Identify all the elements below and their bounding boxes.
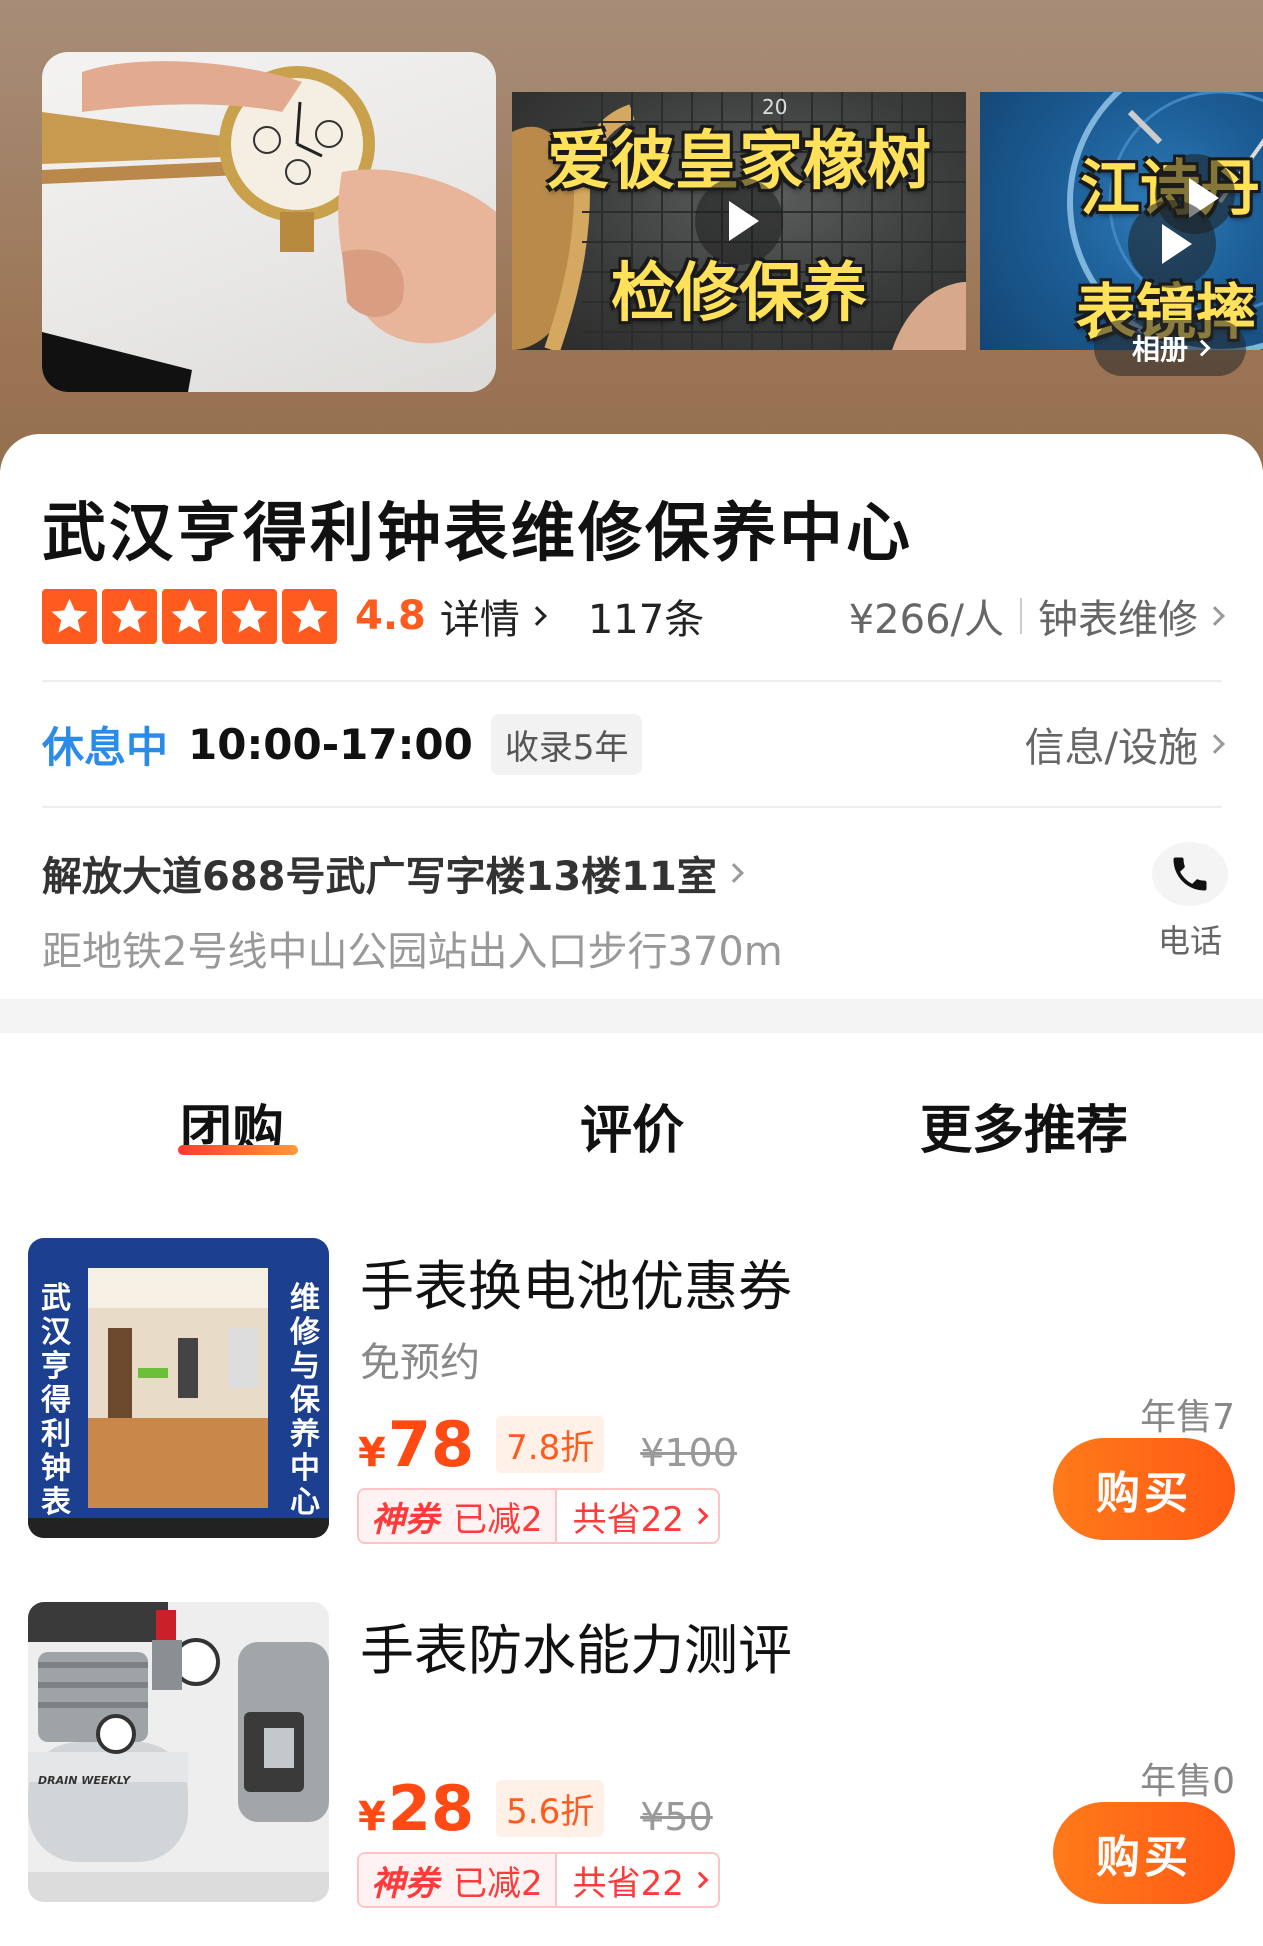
category-label: 钟表维修 <box>1038 597 1198 643</box>
coupon-label: 神券 <box>371 1499 439 1540</box>
price-per-person: ¥266/人 <box>848 597 1004 643</box>
coupon-saved-text: 共省22 <box>572 1863 684 1904</box>
coupon-badge[interactable]: 神券 已减2 共省22 <box>357 1852 720 1908</box>
open-status: 休息中 <box>42 722 169 772</box>
album-button[interactable]: 相册 <box>1094 320 1246 376</box>
price-category[interactable]: ¥266/人 钟表维修 <box>848 587 1225 645</box>
watch-repair-photo <box>42 61 496 392</box>
divider <box>42 680 1222 682</box>
coupon-saved: 共省22 <box>554 1490 718 1542</box>
star-icon <box>282 588 337 644</box>
coupon-reduced-text: 已减2 <box>453 1863 543 1904</box>
rating-detail-link[interactable]: 详情 <box>439 587 547 645</box>
business-hours: 10:00-17:00 <box>188 719 473 769</box>
divider <box>42 806 1222 808</box>
gallery-video-vacheron[interactable]: 江诗丹 表镜摔 <box>980 92 1263 350</box>
discount-badge: 5.6折 <box>496 1780 605 1837</box>
section-gap <box>0 999 1263 1033</box>
chevron-right-icon <box>691 1507 709 1525</box>
star-icon <box>102 588 157 644</box>
storefront-sign-left: 武汉亨得利钟表 <box>41 1281 71 1520</box>
coupon-badge[interactable]: 神券 已减2 共省22 <box>357 1488 720 1544</box>
coupon-reduced-text: 已减2 <box>453 1499 543 1540</box>
original-price: ¥50 <box>640 1795 713 1839</box>
phone-icon <box>1152 842 1228 906</box>
business-hours-row: 休息中 10:00-17:00 收录5年 信息/设施 <box>42 713 1225 775</box>
price-symbol: ¥ <box>358 1794 386 1840</box>
info-facilities-link[interactable]: 信息/设施 <box>1024 715 1225 773</box>
deal-thumbnail: 武汉亨得利钟表 维修与保养中心 <box>28 1238 329 1538</box>
play-icon[interactable] <box>1128 200 1216 288</box>
years-listed-tag: 收录5年 <box>490 713 643 775</box>
buy-button[interactable]: 购买 <box>1053 1802 1235 1904</box>
coupon-reduced: 神券 已减2 <box>359 1490 555 1542</box>
gallery-photo-watch-repair[interactable] <box>42 52 496 392</box>
coupon-saved-text: 共省22 <box>572 1499 684 1540</box>
phone-button[interactable]: 电话 <box>1140 842 1240 962</box>
shop-info-card: 武汉亨得利钟表维修保养中心 4.8 详情 117条 ¥266/人 钟表维修 休息… <box>0 434 1263 999</box>
chevron-right-icon <box>691 1871 709 1889</box>
discount-badge: 7.8折 <box>496 1416 605 1473</box>
gallery-video-ap-royal-oak[interactable]: 20 爱彼皇家橡树 检修保养 <box>512 92 966 350</box>
storefront-sign-right: 维修与保养中心 <box>290 1281 320 1520</box>
deal-price-row: ¥ 78 7.8折 ¥100 <box>358 1408 737 1481</box>
tab-reviews[interactable]: 评价 <box>580 1088 684 1163</box>
tab-active-indicator <box>178 1145 298 1155</box>
annual-sales: 年售0 <box>1140 1761 1235 1802</box>
star-rating <box>42 588 337 644</box>
tab-more-recommendations[interactable]: 更多推荐 <box>920 1088 1128 1163</box>
deal-price: 28 <box>387 1772 475 1845</box>
coupon-label: 神券 <box>371 1863 439 1904</box>
tab-bar: 团购 评价 更多推荐 <box>0 1033 1263 1183</box>
coupon-reduced: 神券 已减2 <box>359 1854 555 1906</box>
chevron-right-icon <box>1205 606 1225 626</box>
chevron-right-icon <box>1205 734 1225 754</box>
deal-item[interactable]: 武汉亨得利钟表 维修与保养中心 手表换电池优惠券 免预约 ¥ 78 7.8折 ¥… <box>0 1238 1263 1544</box>
address-text: 解放大道688号武广写字楼13楼11室 <box>42 854 717 900</box>
deal-subtitle: 免预约 <box>360 1340 480 1386</box>
star-icon <box>222 588 277 644</box>
album-label: 相册 <box>1131 333 1188 366</box>
coupon-saved: 共省22 <box>554 1854 718 1906</box>
deal-price-row: ¥ 28 5.6折 ¥50 <box>358 1772 713 1845</box>
star-icon <box>162 588 217 644</box>
deal-title: 手表换电池优惠券 <box>360 1255 792 1318</box>
price-symbol: ¥ <box>358 1430 386 1476</box>
annual-sales: 年售7 <box>1140 1397 1235 1438</box>
detail-label: 详情 <box>439 597 520 643</box>
star-icon <box>42 588 97 644</box>
chevron-right-icon <box>526 606 547 626</box>
deal-item[interactable]: DRAIN WEEKLY 手表防水能力测评 ¥ 28 5.6折 ¥50 神券 已… <box>0 1602 1263 1908</box>
chevron-right-icon <box>723 863 744 883</box>
shop-detail-page: 20 爱彼皇家橡树 检修保养 江诗丹 表镜摔 相册 武汉亨得利钟表维修保养中心 <box>0 0 1263 1946</box>
rating-row: 4.8 详情 117条 ¥266/人 钟表维修 <box>42 586 1225 646</box>
deal-title: 手表防水能力测评 <box>360 1619 792 1682</box>
address-link[interactable]: 解放大道688号武广写字楼13楼11室 <box>42 844 744 902</box>
deal-price: 78 <box>387 1408 475 1481</box>
play-icon[interactable] <box>695 177 783 265</box>
metro-distance: 距地铁2号线中山公园站出入口步行370m <box>42 929 783 975</box>
separator <box>1020 598 1022 634</box>
media-gallery[interactable]: 20 爱彼皇家橡树 检修保养 江诗丹 表镜摔 相册 <box>0 0 1263 470</box>
phone-label: 电话 <box>1157 922 1222 960</box>
rating-score: 4.8 <box>355 593 426 639</box>
review-count[interactable]: 117条 <box>588 587 704 645</box>
info-facilities-label: 信息/设施 <box>1024 725 1198 771</box>
shop-name: 武汉亨得利钟表维修保养中心 <box>42 497 913 571</box>
deal-thumbnail: DRAIN WEEKLY <box>28 1602 329 1902</box>
original-price: ¥100 <box>640 1431 737 1475</box>
chevron-right-icon <box>1193 339 1211 357</box>
air-compressor-image <box>28 1602 329 1902</box>
buy-button[interactable]: 购买 <box>1053 1438 1235 1540</box>
compressor-label: DRAIN WEEKLY <box>38 1774 131 1787</box>
